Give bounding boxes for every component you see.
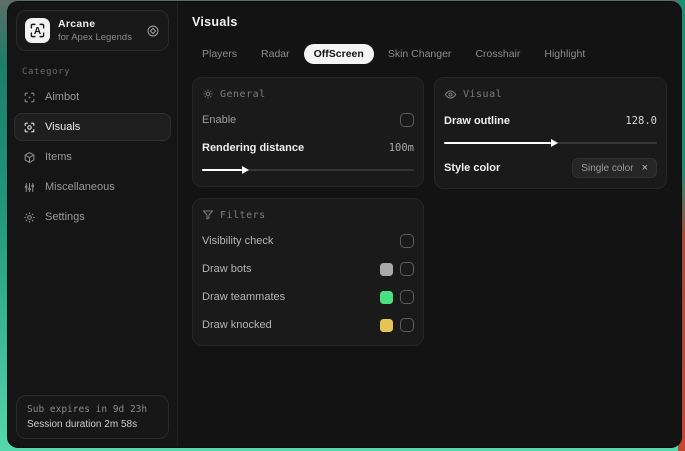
tab-skin-changer[interactable]: Skin Changer xyxy=(378,44,462,64)
filters-panel-header: Filters xyxy=(202,209,414,221)
visibility-check-label: Visibility check xyxy=(202,235,274,247)
sun-icon xyxy=(203,89,213,99)
draw-knocked-color-swatch[interactable] xyxy=(380,318,393,332)
sidebar-item-miscellaneous[interactable]: Miscellaneous xyxy=(14,173,171,201)
draw-knocked-label: Draw knocked xyxy=(202,319,272,331)
filters-panel-title: Filters xyxy=(220,209,266,221)
funnel-icon xyxy=(202,210,214,220)
tab-highlight[interactable]: Highlight xyxy=(534,44,595,64)
gear-icon xyxy=(23,211,36,224)
session-duration-text: Session duration 2m 58s xyxy=(27,419,138,430)
general-panel-header: General xyxy=(202,88,414,100)
draw-knocked-checkbox[interactable] xyxy=(400,318,414,332)
session-info-card: Sub expires in 9d 23h Session duration 2… xyxy=(16,395,169,439)
draw-teammates-color-swatch[interactable] xyxy=(380,290,393,304)
crosshair-icon xyxy=(23,91,36,104)
draw-outline-slider[interactable] xyxy=(444,137,657,149)
sidebar-item-settings[interactable]: Settings xyxy=(14,203,171,231)
app-header-card: A Arcane for Apex Legends xyxy=(16,10,169,51)
general-panel: General Enable Rendering distance 100m xyxy=(192,77,424,187)
enable-label: Enable xyxy=(202,114,237,126)
app-titles: Arcane for Apex Legends xyxy=(58,18,138,43)
app-subtitle: for Apex Legends xyxy=(58,32,132,43)
general-panel-title: General xyxy=(220,88,266,100)
enable-row: Enable xyxy=(202,110,414,130)
enable-checkbox[interactable] xyxy=(400,113,414,127)
app-title: Arcane xyxy=(58,18,96,30)
visual-panel: Visual Draw outline 128.0 Style color Si… xyxy=(434,77,667,189)
rendering-distance-slider[interactable] xyxy=(202,164,414,176)
target-icon[interactable] xyxy=(146,24,160,38)
svg-text:A: A xyxy=(34,26,41,37)
scan-eye-icon xyxy=(23,121,36,134)
sub-expires-text: Sub expires in 9d 23h xyxy=(27,404,148,415)
clear-icon[interactable]: × xyxy=(642,162,648,174)
style-color-select[interactable]: Single color × xyxy=(572,158,657,178)
style-color-label: Style color xyxy=(444,162,501,174)
sidebar-item-label: Settings xyxy=(45,211,85,223)
slider-fill xyxy=(202,169,243,171)
app-logo: A xyxy=(25,18,50,43)
rendering-distance-label: Rendering distance xyxy=(202,142,305,154)
logo-bracket-icon: A xyxy=(30,23,45,38)
rendering-distance-value: 100m xyxy=(388,142,414,154)
sidebar-nav: Aimbot Visuals Items Miscellaneous Setti… xyxy=(8,83,177,231)
sidebar-item-aimbot[interactable]: Aimbot xyxy=(14,83,171,111)
tab-players[interactable]: Players xyxy=(192,44,247,64)
eye-icon xyxy=(444,90,457,99)
main-content: Visuals Players Radar OffScreen Skin Cha… xyxy=(178,2,681,447)
draw-bots-color-swatch[interactable] xyxy=(380,262,393,276)
style-color-row: Style color Single color × xyxy=(444,158,657,178)
tab-bar: Players Radar OffScreen Skin Changer Cro… xyxy=(192,44,667,64)
sliders-icon xyxy=(23,181,36,194)
sidebar-item-label: Miscellaneous xyxy=(45,181,115,193)
draw-outline-row: Draw outline 128.0 xyxy=(444,111,657,131)
slider-fill xyxy=(444,142,551,144)
sidebar-item-label: Aimbot xyxy=(45,91,80,103)
draw-bots-checkbox[interactable] xyxy=(400,262,414,276)
draw-bots-label: Draw bots xyxy=(202,263,252,275)
filters-panel: Filters Visibility check Draw bots Draw … xyxy=(192,198,424,346)
sidebar-item-items[interactable]: Items xyxy=(14,143,171,171)
visibility-check-checkbox[interactable] xyxy=(400,234,414,248)
sidebar-item-visuals[interactable]: Visuals xyxy=(14,113,171,141)
app-window: A Arcane for Apex Legends Category Aimbo… xyxy=(8,2,681,447)
draw-teammates-row: Draw teammates xyxy=(202,287,414,307)
category-label: Category xyxy=(22,67,71,77)
sidebar-item-label: Visuals xyxy=(45,121,81,133)
draw-teammates-label: Draw teammates xyxy=(202,291,286,303)
cube-icon xyxy=(23,151,36,164)
style-color-selected-value: Single color xyxy=(581,162,634,174)
draw-outline-value: 128.0 xyxy=(625,115,657,127)
draw-teammates-checkbox[interactable] xyxy=(400,290,414,304)
page-title: Visuals xyxy=(192,15,238,29)
tab-radar[interactable]: Radar xyxy=(251,44,300,64)
visibility-check-row: Visibility check xyxy=(202,231,414,251)
tab-offscreen[interactable]: OffScreen xyxy=(303,44,374,64)
draw-knocked-row: Draw knocked xyxy=(202,315,414,335)
sidebar: A Arcane for Apex Legends Category Aimbo… xyxy=(8,2,178,447)
sidebar-item-label: Items xyxy=(45,151,72,163)
visual-panel-header: Visual xyxy=(444,88,657,101)
draw-bots-row: Draw bots xyxy=(202,259,414,279)
rendering-distance-row: Rendering distance 100m xyxy=(202,138,414,158)
tab-crosshair[interactable]: Crosshair xyxy=(465,44,530,64)
draw-outline-label: Draw outline xyxy=(444,115,511,127)
visual-panel-title: Visual xyxy=(463,89,503,100)
